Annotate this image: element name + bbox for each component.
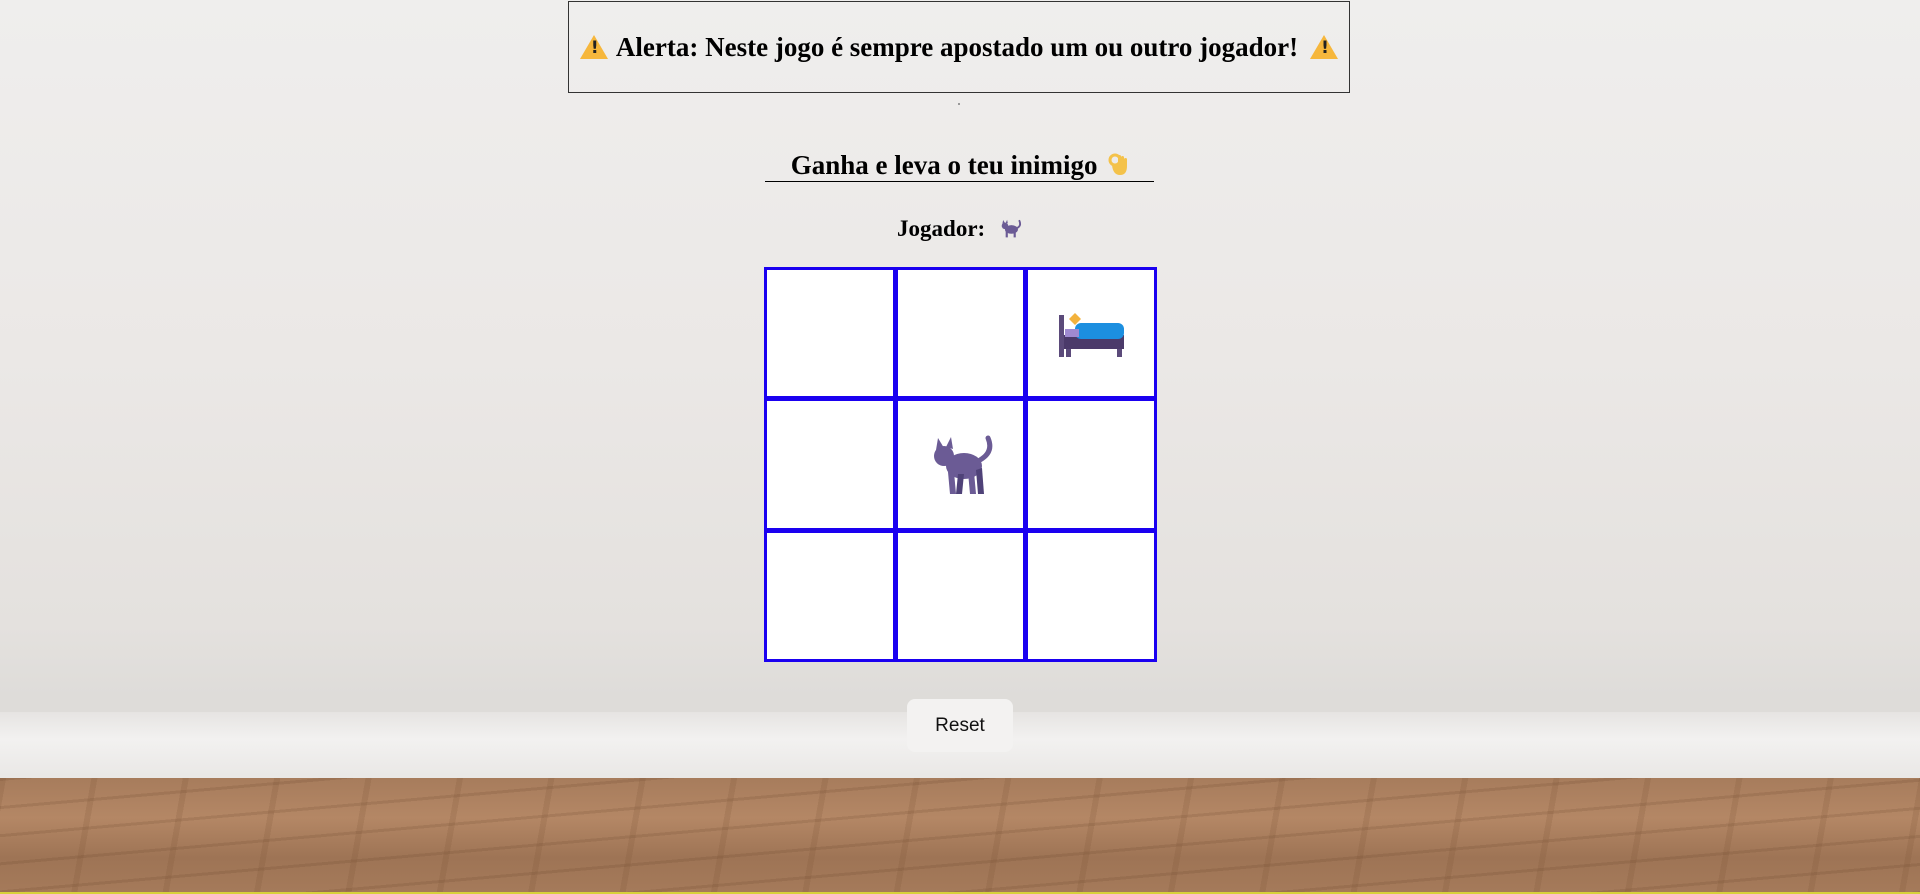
board-cell-4[interactable]: [767, 401, 893, 528]
board-cell-2[interactable]: [897, 270, 1024, 397]
cat-icon: [1001, 219, 1021, 238]
board-cell-8[interactable]: [897, 532, 1024, 659]
bed-icon: [1059, 313, 1125, 358]
game-title: Ganha e leva o teu inimigo: [765, 148, 1154, 182]
warning-icon: [579, 35, 608, 59]
board-cell-6[interactable]: [1028, 401, 1154, 528]
reset-button[interactable]: Reset: [907, 699, 1013, 752]
wooden-floor: [0, 778, 1920, 892]
board-cell-1[interactable]: [767, 270, 893, 397]
alert-text: Alerta: Neste jogo é sempre apostado um …: [615, 31, 1299, 62]
board-cell-9[interactable]: [1028, 532, 1154, 659]
game-board: [764, 267, 1157, 662]
player-label: Jogador:: [897, 216, 986, 241]
separator-dot: [958, 103, 960, 105]
ok-hand-icon: [1108, 153, 1128, 175]
player-indicator: Jogador:: [860, 212, 1060, 246]
game-title-text: Ganha e leva o teu inimigo: [790, 150, 1098, 180]
board-cell-7[interactable]: [767, 532, 893, 659]
cat-icon: [934, 435, 993, 495]
warning-icon: [1310, 35, 1339, 59]
alert-banner: Alerta: Neste jogo é sempre apostado um …: [568, 1, 1350, 93]
board-cell-3[interactable]: [1028, 270, 1154, 397]
board-cell-5[interactable]: [897, 401, 1024, 528]
